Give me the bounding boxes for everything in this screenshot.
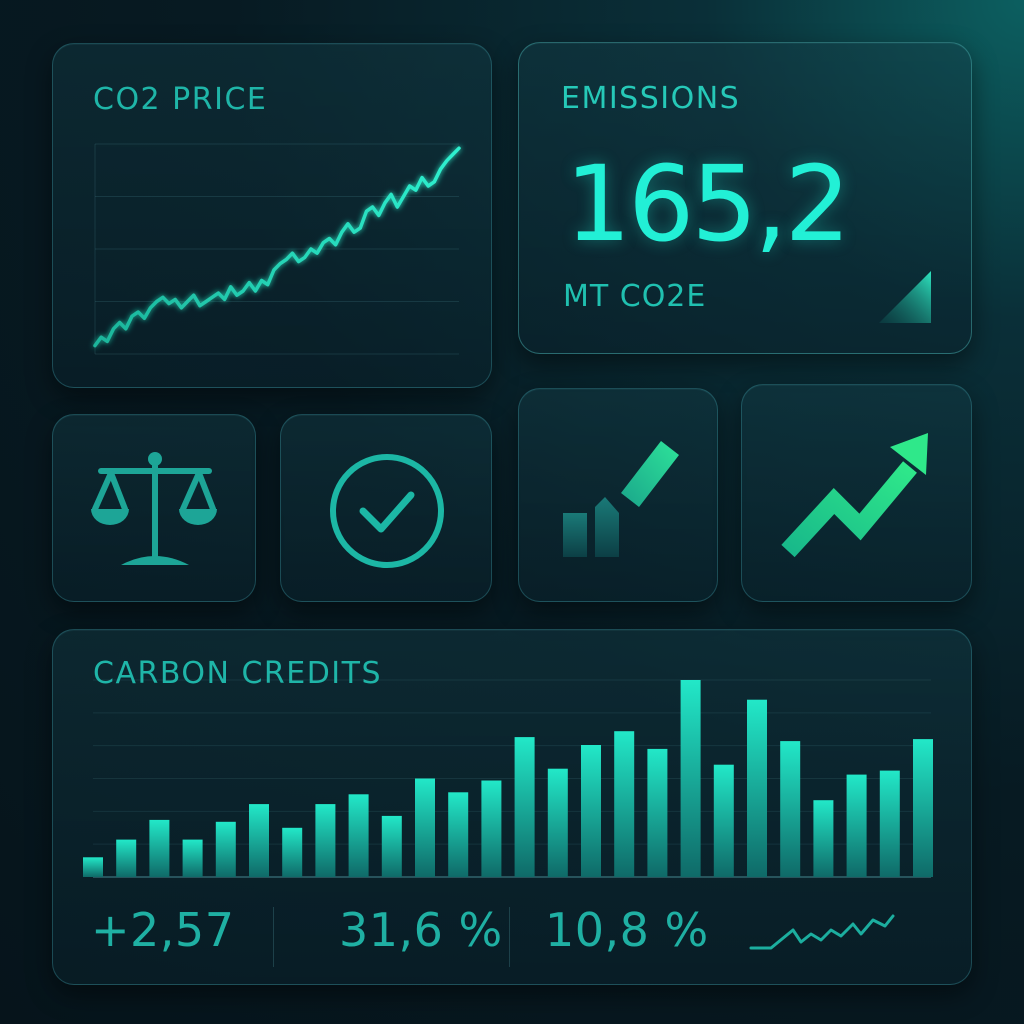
credit-bar xyxy=(215,821,236,877)
scale-icon xyxy=(53,415,255,601)
co2-price-line-chart xyxy=(93,143,461,355)
check-circle-icon xyxy=(281,415,491,601)
credit-bar xyxy=(182,839,203,877)
check-card[interactable] xyxy=(280,414,492,602)
credit-bar xyxy=(879,770,900,877)
stat-change: +2,57 xyxy=(91,903,235,957)
credit-bar xyxy=(249,804,269,877)
trend-up-icon xyxy=(742,385,971,601)
credit-bar xyxy=(780,741,801,877)
credit-bar xyxy=(913,739,933,877)
credit-bar xyxy=(547,768,568,877)
stat-percent-1: 31,6 % xyxy=(339,903,503,957)
credit-bar xyxy=(348,794,369,877)
price-series-line xyxy=(93,146,461,348)
emissions-card[interactable]: EMISSIONS 165,2 MT CO2E xyxy=(518,42,972,354)
credit-bar xyxy=(846,774,867,877)
bar-pencil-icon xyxy=(519,389,717,601)
credit-bar xyxy=(415,778,435,877)
sparkline-icon xyxy=(749,914,895,950)
credit-bar xyxy=(83,857,103,877)
credit-bar xyxy=(813,800,834,877)
stat-divider xyxy=(273,907,274,967)
credit-bar xyxy=(448,792,469,877)
credit-bar xyxy=(647,748,668,877)
corner-triangle-icon xyxy=(879,271,931,323)
credit-bar xyxy=(713,764,734,877)
credit-bar xyxy=(315,804,336,877)
bars-card[interactable] xyxy=(518,388,718,602)
credit-bar xyxy=(514,737,535,877)
credit-bar xyxy=(149,819,170,877)
credit-bar xyxy=(680,680,701,877)
emissions-value: 165,2 xyxy=(565,143,851,265)
credit-bar xyxy=(747,699,767,877)
credit-bar xyxy=(581,745,601,877)
carbon-credits-card[interactable]: CARBON CREDITS +2,57 31,6 % 10,8 % xyxy=(52,629,972,985)
co2-price-card[interactable]: CO2 PRICE xyxy=(52,43,492,388)
emissions-title: EMISSIONS xyxy=(561,81,741,116)
credit-bar xyxy=(381,815,402,877)
scale-card[interactable] xyxy=(52,414,256,602)
trend-card[interactable] xyxy=(741,384,972,602)
stat-percent-2: 10,8 % xyxy=(545,903,709,957)
credit-bar xyxy=(481,780,502,877)
stat-divider xyxy=(509,907,510,967)
credit-bar xyxy=(116,839,137,877)
emissions-unit: MT CO2E xyxy=(563,279,707,314)
credit-bar xyxy=(282,827,303,878)
credit-bar xyxy=(614,731,635,877)
